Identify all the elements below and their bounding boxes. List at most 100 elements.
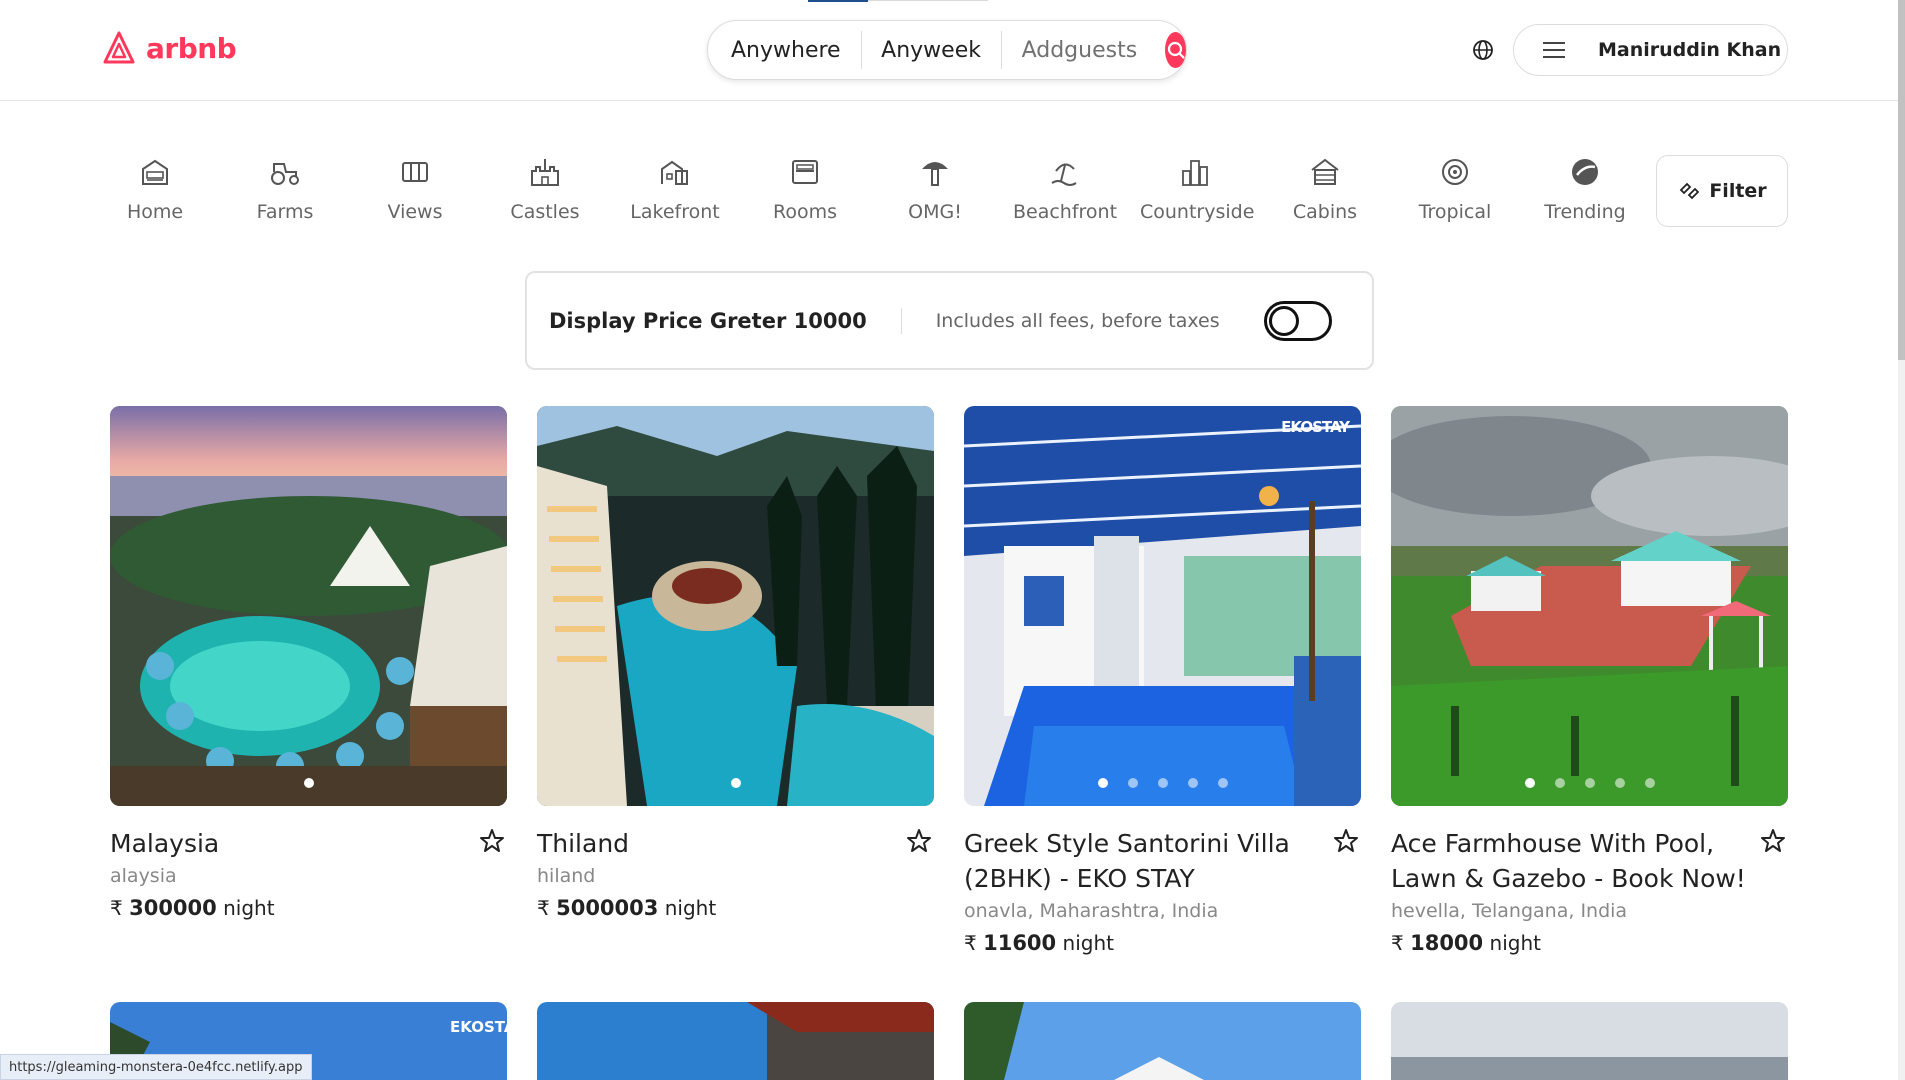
top-header: arbnb Anywhere Anyweek Addguests Manirud… (0, 0, 1898, 101)
search-anyweek[interactable]: Anyweek (861, 31, 1001, 69)
star-icon[interactable] (906, 828, 932, 854)
category-label: Trending (1544, 201, 1626, 223)
search-bar[interactable]: Anywhere Anyweek Addguests (707, 20, 1187, 80)
category-farms[interactable]: Farms (230, 155, 340, 223)
logo-text: arbnb (146, 31, 237, 65)
listing-image[interactable]: EKOSTAY (964, 406, 1361, 806)
photo-watermark: EKOSTAY (450, 1018, 507, 1036)
bed-icon (792, 160, 818, 184)
toggle-knob (1269, 306, 1299, 336)
listing-photo (964, 1002, 1361, 1080)
price-display-subtitle: Includes all fees, before taxes (935, 309, 1220, 332)
listing-image[interactable] (1391, 406, 1788, 806)
listing-card[interactable]: EKOSTAY Greek Style Santorini Villa (2BH… (964, 406, 1361, 960)
category-cabins[interactable]: Cabins (1270, 155, 1380, 223)
star-icon[interactable] (479, 828, 505, 854)
listing-card[interactable]: Ace Farmhouse With Pool, Lawn & Gazebo -… (1391, 406, 1788, 960)
search-button[interactable] (1165, 32, 1186, 68)
listing-location: hiland (537, 865, 596, 887)
trending-icon (1572, 159, 1598, 185)
carousel-dot[interactable] (1127, 778, 1138, 788)
carousel-dot[interactable] (303, 778, 314, 788)
price-display-title: Display Price Greter 10000 (549, 308, 867, 333)
carousel-dot[interactable] (730, 778, 741, 788)
user-name: Maniruddin Khan (1598, 39, 1782, 61)
airbnb-logo-icon (103, 31, 135, 64)
scrollbar-thumb[interactable] (1898, 0, 1905, 360)
divider (900, 307, 902, 334)
filter-button[interactable]: Filter (1656, 155, 1788, 227)
filter-icon (1680, 182, 1700, 200)
listing-price: ₹ 18000 night (1391, 926, 1788, 960)
globe-icon[interactable] (1471, 38, 1495, 62)
scrollbar[interactable] (1898, 0, 1905, 1080)
logo[interactable]: arbnb (102, 30, 237, 66)
farmhouse-photo (1391, 406, 1788, 806)
category-lakefront[interactable]: Lakefront (620, 155, 730, 223)
tractor-icon (271, 163, 299, 185)
category-beachfront[interactable]: Beachfront (1010, 155, 1120, 223)
category-tropical[interactable]: Tropical (1400, 155, 1510, 223)
category-views[interactable]: Views (360, 155, 470, 223)
carousel-dot[interactable] (1584, 778, 1595, 788)
listing-card[interactable]: Malaysia alaysia ₹ 300000 night (110, 406, 507, 925)
listing-image[interactable] (1391, 1002, 1788, 1080)
price-toggle[interactable] (1264, 301, 1332, 341)
filter-label: Filter (1709, 180, 1767, 202)
price-unit: night (664, 896, 717, 920)
search-anywhere[interactable]: Anywhere (708, 31, 861, 69)
listing-price: ₹ 5000003 night (537, 891, 934, 925)
carousel-dots (964, 778, 1361, 788)
listing-location: onavla, Maharashtra, India (964, 900, 1219, 922)
listing-image[interactable] (537, 1002, 934, 1080)
resort-photo (537, 406, 934, 806)
category-label: Beachfront (1012, 201, 1118, 223)
category-label: Castles (510, 201, 580, 223)
category-home[interactable]: Home (100, 155, 210, 223)
star-icon[interactable] (1333, 828, 1359, 854)
category-omg[interactable]: OMG! (880, 155, 990, 223)
listing-location: alaysia (110, 865, 177, 887)
listing-title[interactable]: Thiland (537, 826, 934, 861)
listing-title[interactable]: Malaysia (110, 826, 507, 861)
carousel-dot[interactable] (1524, 778, 1535, 788)
price-amount: 300000 (129, 896, 217, 920)
carousel-dot[interactable] (1157, 778, 1168, 788)
cabin-icon (1311, 158, 1339, 185)
price-unit: night (1062, 931, 1114, 955)
category-rooms[interactable]: Rooms (750, 155, 860, 223)
category-castles[interactable]: Castles (490, 155, 600, 223)
castle-icon (531, 159, 559, 186)
carousel-dot[interactable] (1614, 778, 1625, 788)
listing-price: ₹ 11600 night (964, 926, 1361, 960)
carousel-dot[interactable] (1097, 778, 1108, 788)
currency-symbol: ₹ (964, 931, 977, 955)
user-menu-button[interactable]: Maniruddin Khan (1513, 24, 1788, 76)
category-label: OMG! (908, 201, 962, 223)
carousel-dot[interactable] (1644, 778, 1655, 788)
listing-card[interactable]: Thiland hiland ₹ 5000003 night (537, 406, 934, 925)
listing-image[interactable] (964, 1002, 1361, 1080)
carousel-dot[interactable] (1554, 778, 1565, 788)
carousel-dot[interactable] (1187, 778, 1198, 788)
currency-symbol: ₹ (537, 896, 550, 920)
listing-title[interactable]: Greek Style Santorini Villa (2BHK) - EKO… (964, 826, 1361, 896)
category-trending[interactable]: Trending (1530, 155, 1640, 223)
tab-track (868, 0, 988, 1)
house-icon (142, 159, 168, 185)
photo-watermark: EKOSTAY (1281, 418, 1350, 436)
listing-title[interactable]: Ace Farmhouse With Pool, Lawn & Gazebo -… (1391, 826, 1788, 896)
category-label: Tropical (1418, 201, 1492, 223)
star-icon[interactable] (1760, 828, 1786, 854)
carousel-dot[interactable] (1217, 778, 1228, 788)
columns-icon (402, 162, 428, 182)
mushroom-icon (922, 162, 948, 186)
currency-symbol: ₹ (1391, 931, 1404, 955)
listing-image[interactable] (110, 406, 507, 806)
category-label: Countryside (1140, 201, 1255, 223)
category-countryside[interactable]: Countryside (1140, 155, 1255, 223)
city-icon (1182, 160, 1208, 186)
listing-image[interactable] (537, 406, 934, 806)
search-add-guests[interactable]: Addguests (1002, 31, 1158, 69)
search-icon (1167, 41, 1185, 59)
